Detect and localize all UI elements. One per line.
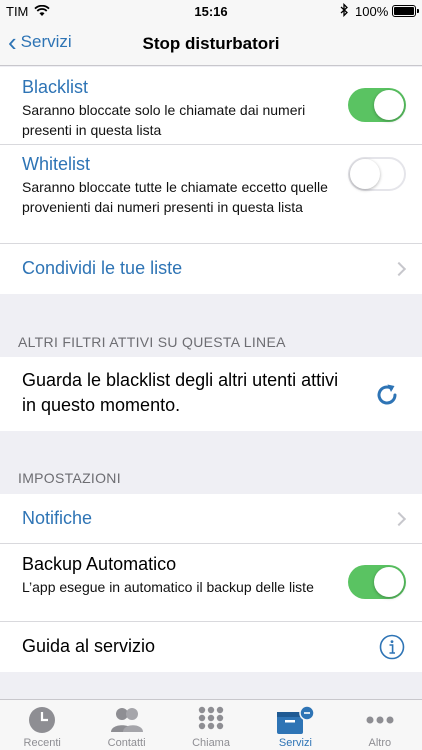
bluetooth-icon bbox=[340, 2, 349, 20]
tab-altro[interactable]: Altro bbox=[338, 700, 422, 750]
other-blacklists-row[interactable]: Guarda le blacklist degli altri utenti a… bbox=[0, 357, 422, 431]
tab-contatti[interactable]: Contatti bbox=[84, 700, 168, 750]
tab-chiama[interactable]: Chiama bbox=[169, 700, 253, 750]
tab-label: Recenti bbox=[23, 737, 61, 749]
keypad-icon bbox=[198, 706, 224, 730]
services-icon bbox=[277, 706, 316, 734]
tab-label: Contatti bbox=[107, 737, 146, 749]
blacklist-toggle[interactable] bbox=[348, 88, 406, 122]
contacts-icon bbox=[110, 708, 143, 732]
backup-title: Backup Automatico bbox=[22, 554, 177, 574]
notifications-row[interactable]: Notifiche bbox=[0, 494, 422, 544]
whitelist-toggle[interactable] bbox=[348, 157, 406, 191]
navigation-bar: ‹ Servizi Stop disturbatori bbox=[0, 22, 422, 66]
backup-description: L’app esegue in automatico il backup del… bbox=[22, 579, 314, 595]
notifications-label: Notifiche bbox=[22, 508, 93, 528]
lists-group: Blacklist Saranno bloccate solo le chiam… bbox=[0, 67, 422, 294]
settings-group: Notifiche Backup Automatico L’app esegue… bbox=[0, 494, 422, 672]
tab-recenti[interactable]: Recenti bbox=[0, 700, 84, 750]
whitelist-row: Whitelist Saranno bloccate tutte le chia… bbox=[0, 145, 422, 244]
share-lists-row[interactable]: Condividi le tue liste bbox=[0, 244, 422, 294]
blacklist-row: Blacklist Saranno bloccate solo le chiam… bbox=[0, 67, 422, 145]
tab-servizi[interactable]: Servizi bbox=[253, 700, 337, 750]
service-guide-row[interactable]: Guida al servizio bbox=[0, 622, 422, 672]
blacklist-title: Blacklist bbox=[22, 77, 89, 97]
other-blacklists-text: Guarda le blacklist degli altri utenti a… bbox=[22, 370, 339, 415]
tab-bar: Recenti Contatti Chiama Servizi Altro bbox=[0, 699, 422, 750]
service-guide-label: Guida al servizio bbox=[22, 636, 156, 656]
page-title: Stop disturbatori bbox=[142, 34, 280, 53]
tab-label: Altro bbox=[368, 737, 392, 749]
settings-section-header: IMPOSTAZIONI bbox=[18, 470, 121, 486]
tab-label: Servizi bbox=[278, 737, 312, 749]
backup-toggle[interactable] bbox=[348, 565, 406, 599]
whitelist-description: Saranno bloccate tutte le chiamate eccet… bbox=[22, 179, 328, 215]
filters-group: Guarda le blacklist degli altri utenti a… bbox=[0, 357, 422, 431]
blacklist-description: Saranno bloccate solo le chiamate dai nu… bbox=[22, 102, 306, 138]
share-lists-label: Condividi le tue liste bbox=[22, 258, 183, 278]
battery-percent: 100% bbox=[355, 4, 389, 19]
backup-row: Backup Automatico L’app esegue in automa… bbox=[0, 544, 422, 622]
clock-icon bbox=[29, 707, 56, 733]
battery-icon bbox=[392, 5, 419, 17]
info-icon[interactable] bbox=[379, 634, 405, 665]
whitelist-title: Whitelist bbox=[22, 154, 91, 174]
more-icon bbox=[366, 716, 394, 724]
tab-label: Chiama bbox=[192, 737, 230, 749]
refresh-icon[interactable] bbox=[372, 380, 402, 415]
filters-section-header: ALTRI FILTRI ATTIVI SU QUESTA LINEA bbox=[18, 334, 286, 350]
status-bar: TIM 15:16 100% bbox=[0, 0, 422, 22]
